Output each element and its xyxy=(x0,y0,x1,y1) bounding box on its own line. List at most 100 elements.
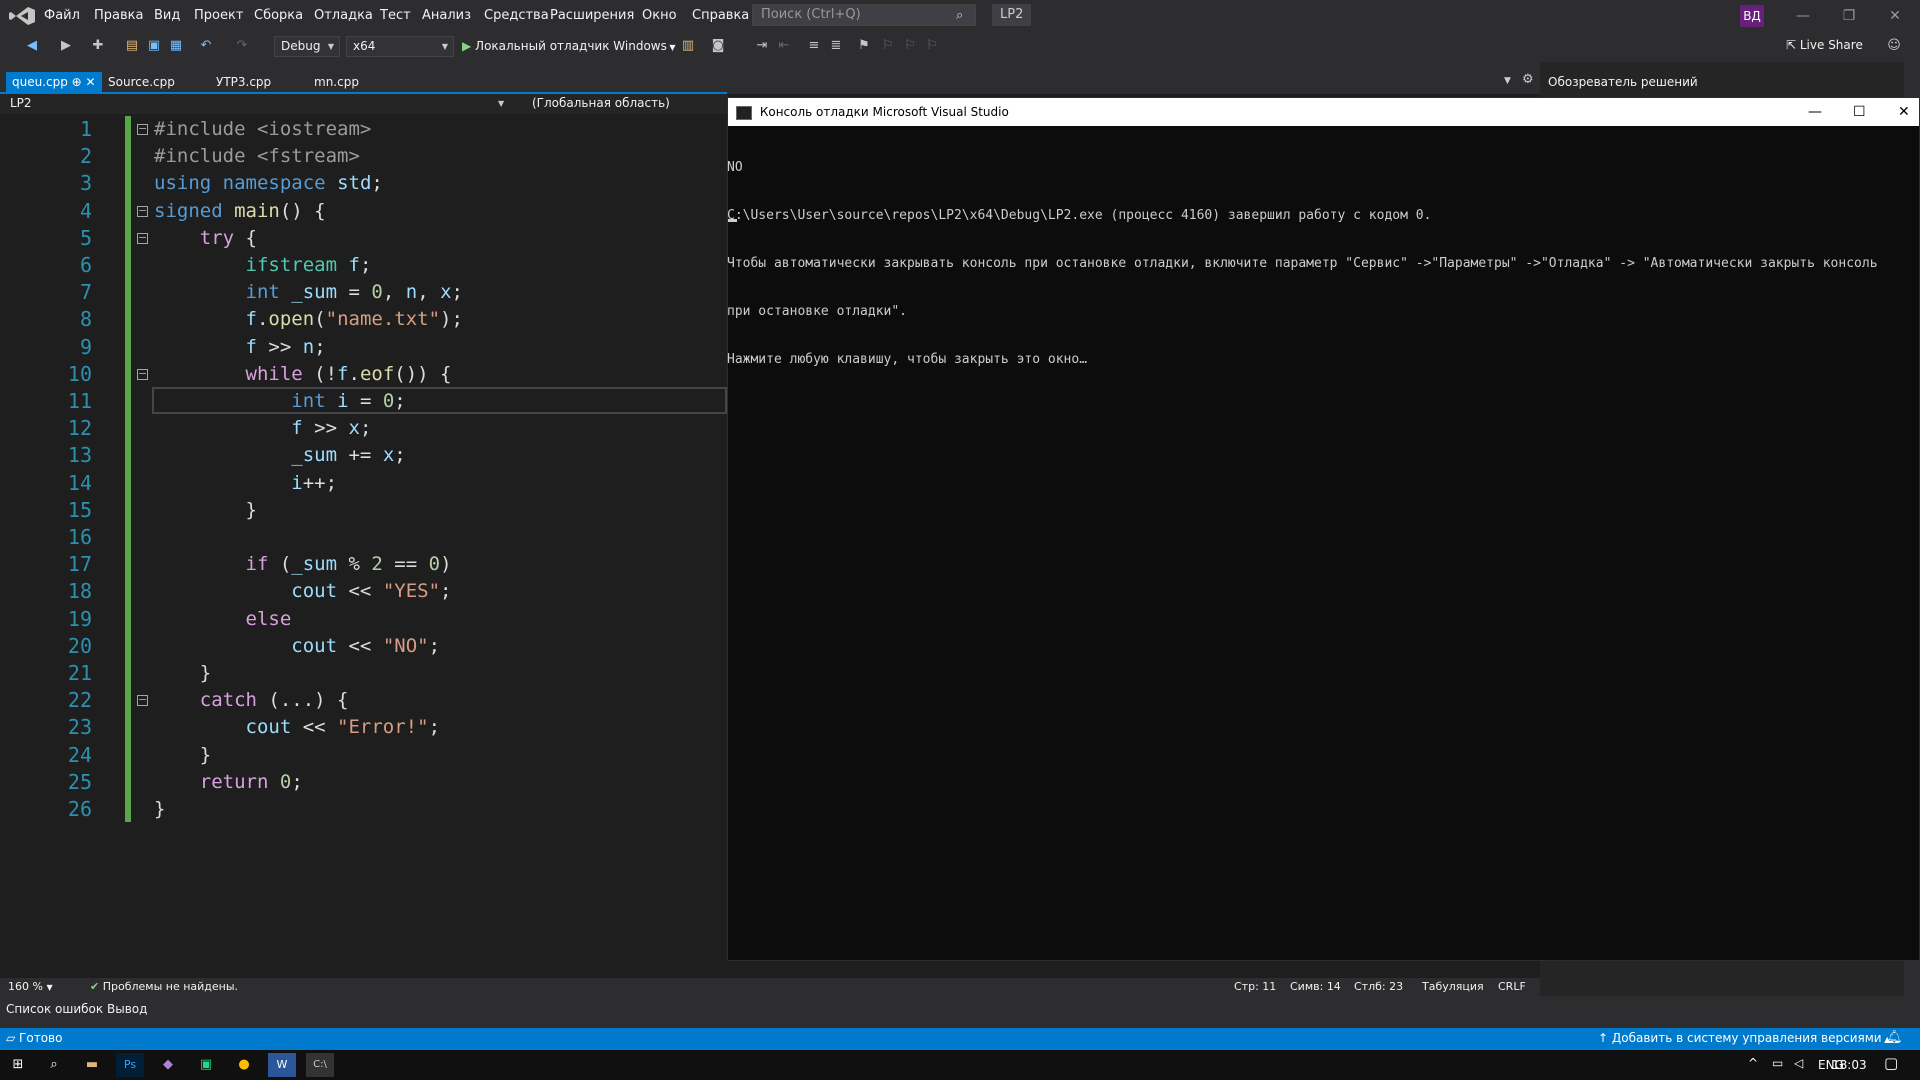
search-icon[interactable]: ⌕ xyxy=(956,8,963,23)
forward-icon[interactable]: ▶ xyxy=(58,38,74,54)
settings-gear-icon[interactable]: ⚙ xyxy=(1522,72,1534,87)
code-line[interactable]: cout << "Error!"; xyxy=(154,714,441,741)
zoom-select[interactable]: 160 % ▼ xyxy=(8,980,53,993)
live-share-button[interactable]: ⇱ Live Share xyxy=(1786,38,1863,52)
chrome-icon[interactable]: ● xyxy=(230,1053,258,1077)
console-maximize-icon[interactable]: ☐ xyxy=(1853,98,1866,126)
code-line[interactable]: if (_sum % 2 == 0) xyxy=(154,551,452,578)
redo-icon[interactable]: ↷ xyxy=(234,38,250,54)
open-folder-icon[interactable]: ▤ xyxy=(124,38,140,54)
bookmark-icon[interactable]: ⚑ xyxy=(856,38,872,54)
avatar[interactable]: ВД xyxy=(1740,5,1764,27)
tab-queu-cpp[interactable]: queu.cpp ⊕ ✕ xyxy=(6,72,102,92)
notifications-bell-icon[interactable]: 🔔︎ xyxy=(1886,1030,1903,1045)
back-icon[interactable]: ◀ xyxy=(24,38,40,54)
photoshop-icon[interactable]: Ps xyxy=(116,1053,144,1077)
scope-dropdown[interactable]: (Глобальная область) xyxy=(532,96,670,110)
code-line[interactable]: } xyxy=(154,796,165,823)
code-line[interactable]: f.open("name.txt"); xyxy=(154,306,463,333)
menu-item[interactable]: Анализ xyxy=(420,0,473,32)
code-line[interactable]: ifstream f; xyxy=(154,252,372,279)
menu-item[interactable]: Проект xyxy=(192,0,245,32)
menu-item[interactable]: Окно xyxy=(640,0,679,32)
next-bookmark-icon[interactable]: ⚐ xyxy=(902,38,918,54)
platform-select[interactable]: x64 ▼ xyxy=(346,36,454,57)
menu-item[interactable]: Отладка xyxy=(312,0,375,32)
chevron-down-icon[interactable]: ▼ xyxy=(498,99,504,108)
code-line[interactable]: cout << "YES"; xyxy=(154,578,451,605)
menu-item[interactable]: Тест xyxy=(378,0,413,32)
save-all-icon[interactable]: ▦ xyxy=(168,38,184,54)
code-line[interactable]: using namespace std; xyxy=(154,170,383,197)
tab-source-cpp[interactable]: Source.cpp xyxy=(102,72,181,92)
pycharm-icon[interactable]: ▣ xyxy=(192,1053,220,1077)
new-item-icon[interactable]: ✚ xyxy=(90,38,106,54)
tab-overflow-icon[interactable]: ▼ xyxy=(1504,76,1511,86)
word-icon[interactable]: W xyxy=(268,1053,296,1077)
code-line[interactable]: #include <iostream> xyxy=(154,116,371,143)
menu-item[interactable]: Правка xyxy=(92,0,145,32)
configuration-select[interactable]: Debug ▼ xyxy=(274,36,340,57)
comment-icon[interactable]: ≡ xyxy=(806,38,822,54)
menu-item[interactable]: Вид xyxy=(152,0,182,32)
undo-icon[interactable]: ↶ xyxy=(198,38,214,54)
menu-item[interactable]: Средства xyxy=(482,0,551,32)
console-minimize-icon[interactable]: — xyxy=(1808,98,1822,126)
code-line[interactable]: catch (...) { xyxy=(154,687,349,714)
collapse-icon[interactable]: − xyxy=(137,368,148,380)
menu-item[interactable]: Расширения xyxy=(548,0,636,32)
code-line[interactable]: } xyxy=(154,497,257,524)
menu-item[interactable]: Справка xyxy=(690,0,751,32)
start-debugging-button[interactable]: ▶ Локальный отладчик Windows ▼ xyxy=(462,36,676,57)
close-tab-icon[interactable]: ✕ xyxy=(86,75,96,89)
collapse-icon[interactable]: − xyxy=(137,123,148,135)
code-line[interactable]: } xyxy=(154,660,211,687)
code-line[interactable]: i++; xyxy=(154,470,337,497)
collapse-icon[interactable]: − xyxy=(137,232,148,244)
search-input[interactable]: Поиск (Ctrl+Q) xyxy=(752,4,976,26)
line-ending-indicator[interactable]: CRLF xyxy=(1498,980,1526,993)
collapse-icon[interactable]: − xyxy=(137,694,148,706)
clock[interactable]: 18:03 xyxy=(1832,1058,1867,1072)
code-line[interactable]: else xyxy=(154,606,292,633)
network-icon[interactable]: ▭ xyxy=(1772,1056,1783,1070)
uncomment-icon[interactable]: ≣ xyxy=(828,38,844,54)
code-line[interactable]: int _sum = 0, n, x; xyxy=(154,279,463,306)
minimize-icon[interactable]: — xyxy=(1780,0,1826,32)
tab-output[interactable]: Вывод xyxy=(107,1002,147,1016)
action-center-icon[interactable]: ▢ xyxy=(1884,1054,1898,1072)
screenshot-icon[interactable]: ◙ xyxy=(710,38,726,54)
browse-icon[interactable]: ▥ xyxy=(680,38,696,54)
prev-bookmark-icon[interactable]: ⚐ xyxy=(880,38,896,54)
tab-mn-cpp[interactable]: mn.cpp xyxy=(308,72,365,92)
code-line[interactable]: int i = 0; xyxy=(154,388,405,415)
menu-item[interactable]: Сборка xyxy=(252,0,305,32)
save-icon[interactable]: ▣ xyxy=(146,38,162,54)
feedback-icon[interactable]: ☺ xyxy=(1886,38,1902,54)
code-line[interactable]: try { xyxy=(154,225,257,252)
code-line[interactable]: while (!f.eof()) { xyxy=(154,361,452,388)
search-icon[interactable]: ⌕ xyxy=(40,1053,68,1077)
code-line[interactable]: cout << "NO"; xyxy=(154,633,440,660)
step-icon[interactable]: ⇥ xyxy=(754,38,770,54)
code-line[interactable]: #include <fstream> xyxy=(154,143,360,170)
restore-icon[interactable]: ❐ xyxy=(1826,0,1872,32)
pin-icon[interactable]: ⊕ xyxy=(68,75,86,89)
code-line[interactable]: f >> x; xyxy=(154,415,371,442)
code-line[interactable]: } xyxy=(154,742,211,769)
add-to-source-control-button[interactable]: ↑ Добавить в систему управления версиями… xyxy=(1598,1031,1890,1045)
tabs-indicator[interactable]: Табуляция xyxy=(1422,980,1484,993)
console-taskbar-icon[interactable]: C:\ xyxy=(306,1053,334,1077)
tab-utr3-cpp[interactable]: УТР3.cpp xyxy=(210,72,277,92)
code-editor[interactable] xyxy=(0,114,727,978)
menu-item[interactable]: Файл xyxy=(42,0,82,32)
file-explorer-icon[interactable]: ▬ xyxy=(78,1053,106,1077)
close-icon[interactable]: ✕ xyxy=(1872,0,1918,32)
code-line[interactable]: f >> n; xyxy=(154,334,326,361)
volume-icon[interactable]: ◁ xyxy=(1794,1056,1803,1070)
project-dropdown[interactable]: LP2 xyxy=(10,96,32,110)
code-line[interactable]: signed main() { xyxy=(154,198,326,225)
visual-studio-logo-icon[interactable] xyxy=(8,6,36,26)
step-out-icon[interactable]: ⇤ xyxy=(776,38,792,54)
code-line[interactable]: _sum += x; xyxy=(154,442,405,469)
